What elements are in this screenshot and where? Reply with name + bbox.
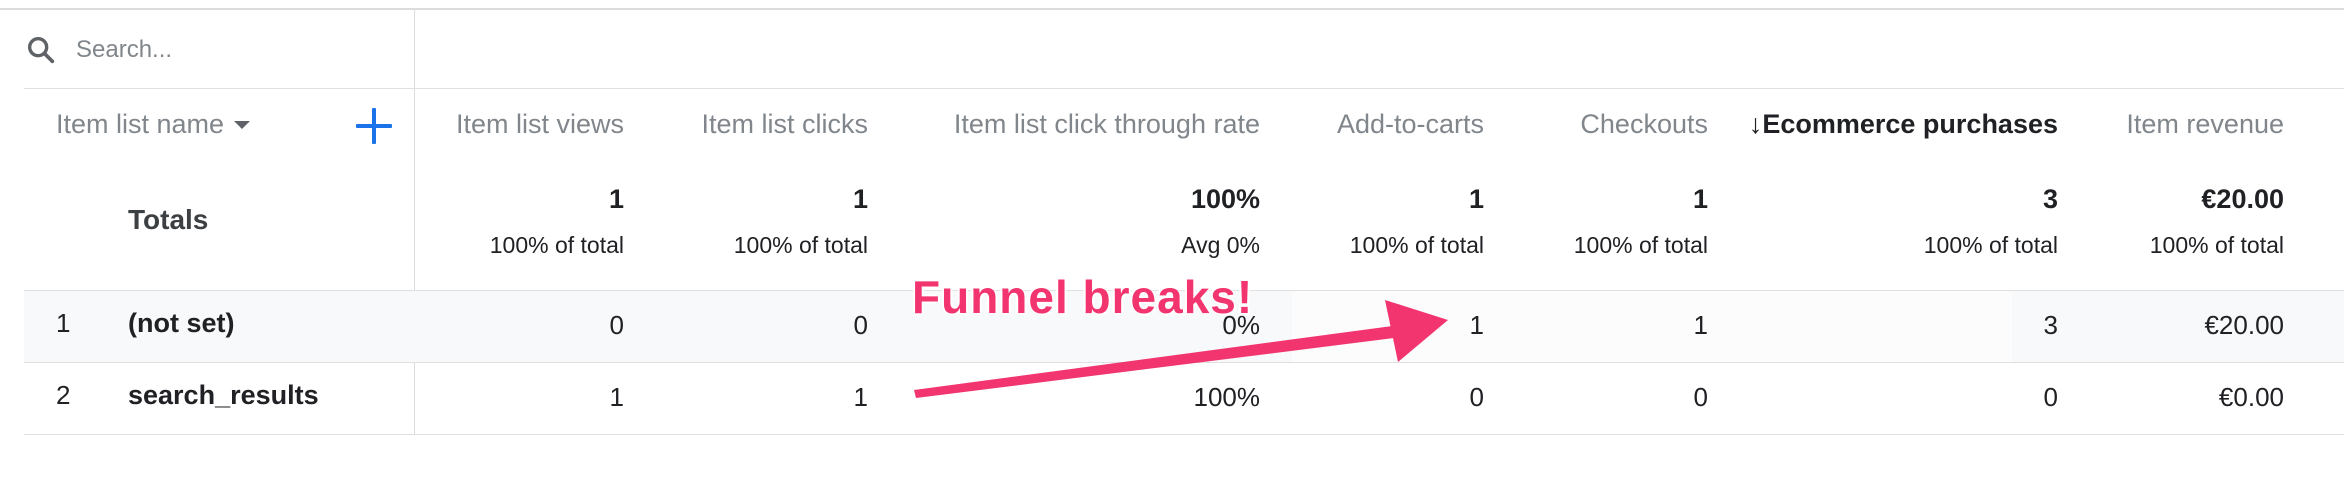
row-cell: 0 — [2043, 382, 2058, 412]
arrow-down-icon: ↓ — [1748, 109, 1763, 139]
caret-down-icon[interactable] — [234, 121, 251, 129]
total-value: 1 — [1692, 184, 1708, 214]
header-top-border — [24, 88, 2344, 89]
row-cell: 0 — [1469, 382, 1484, 412]
column-divider — [414, 10, 415, 434]
row-cell: €0.00 — [2218, 382, 2284, 412]
column-header-item-revenue[interactable]: Item revenue — [2126, 104, 2284, 144]
column-header-checkouts[interactable]: Checkouts — [1580, 104, 1708, 144]
total-subtext: 100% of total — [733, 232, 868, 258]
row-name[interactable]: (not set) — [128, 308, 234, 339]
search-bar[interactable] — [24, 26, 408, 74]
total-value: 100% — [1190, 184, 1260, 214]
row-cell: 1 — [609, 382, 624, 412]
row-name[interactable]: search_results — [128, 380, 319, 411]
total-subtext: 100% of total — [1349, 232, 1484, 258]
search-icon — [27, 36, 55, 64]
row-cell: 100% — [1193, 382, 1261, 412]
total-value: 1 — [1468, 184, 1484, 214]
row-cell-shade — [1292, 290, 2012, 362]
total-subtext: 100% of total — [489, 232, 624, 258]
total-subtext: 100% of total — [1923, 232, 2058, 258]
column-header-item-list-ctr[interactable]: Item list click through rate — [954, 104, 1260, 144]
total-value: 1 — [608, 184, 624, 214]
total-value: 3 — [2042, 184, 2058, 214]
row-cell: 1 — [1693, 310, 1708, 340]
total-value: €20.00 — [2201, 184, 2284, 214]
total-subtext: 100% of total — [1573, 232, 1708, 258]
row-border — [24, 362, 2344, 363]
dimension-header-label: Item list name — [56, 109, 225, 139]
search-input[interactable] — [74, 35, 408, 65]
annotation-text: Funnel breaks! — [912, 271, 1254, 323]
total-value: 1 — [852, 184, 868, 214]
row-number: 2 — [56, 380, 71, 410]
row-cell: 3 — [2043, 310, 2058, 340]
row-cell: 0 — [853, 310, 868, 340]
row-cell: 1 — [853, 382, 868, 412]
column-header-add-to-carts[interactable]: Add-to-carts — [1337, 104, 1484, 144]
row-cell: 0 — [609, 310, 624, 340]
row-cell: €20.00 — [2204, 310, 2284, 340]
row-number: 1 — [56, 308, 71, 338]
total-subtext: 100% of total — [2149, 232, 2284, 258]
row-cell: 1 — [1469, 310, 1484, 340]
plus-icon[interactable] — [352, 104, 396, 148]
column-header-item-list-views[interactable]: Item list views — [456, 104, 624, 144]
totals-label: Totals — [128, 204, 209, 235]
column-header-ecommerce-purchases[interactable]: ↓Ecommerce purchases — [1749, 104, 2058, 144]
total-subtext: Avg 0% — [1181, 232, 1260, 258]
row-border — [24, 434, 2344, 435]
dimension-header[interactable]: Item list name — [56, 104, 251, 144]
top-divider — [0, 8, 2344, 10]
column-header-item-list-clicks[interactable]: Item list clicks — [701, 104, 868, 144]
row-cell: 0 — [1693, 382, 1708, 412]
